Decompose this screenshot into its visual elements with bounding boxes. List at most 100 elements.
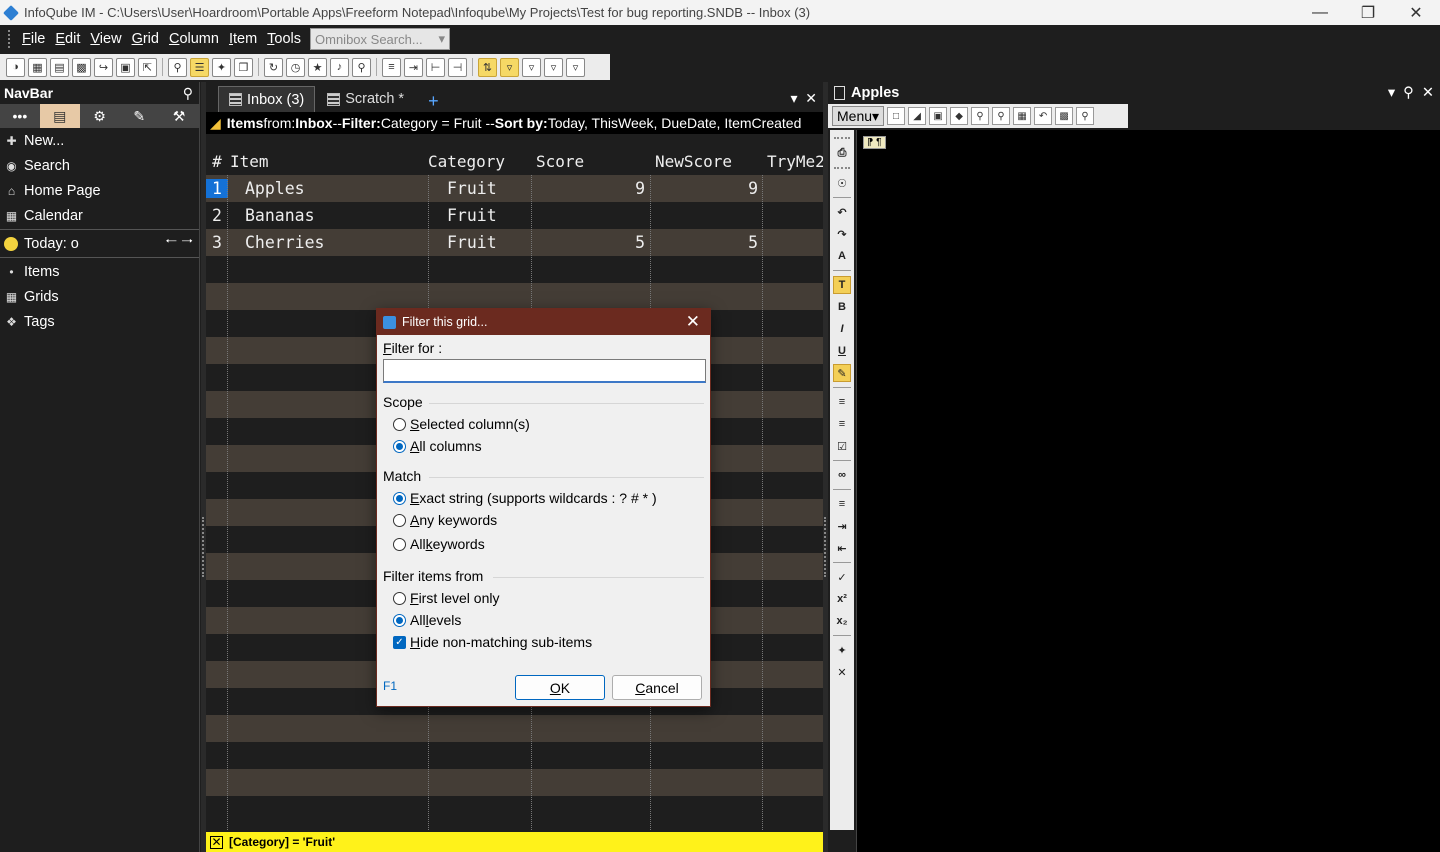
col-header-category[interactable]: Category	[428, 152, 532, 171]
filter-active-icon[interactable]: ▿	[500, 57, 519, 77]
filter-more-icon[interactable]: ▿	[566, 57, 585, 77]
grid-edit-icon[interactable]: ▩	[72, 57, 91, 77]
col-header-score[interactable]: Score	[532, 152, 651, 171]
minimize-icon[interactable]: —	[1296, 4, 1344, 22]
col-header-num[interactable]: #	[206, 152, 228, 171]
menu-item[interactable]: Item	[224, 31, 262, 47]
bold-icon[interactable]: B	[833, 298, 851, 316]
indent-icon[interactable]: ⇥	[833, 517, 851, 535]
magic-wand-icon[interactable]: ✦	[833, 641, 851, 659]
superscript-icon[interactable]: x²	[833, 590, 851, 608]
italic-icon[interactable]: I	[833, 320, 851, 338]
close-icon[interactable]: ✕	[686, 312, 700, 332]
radio-all-levels[interactable]: All l evels	[393, 612, 461, 628]
copy-icon[interactable]: ❐	[234, 57, 253, 77]
omnibox-search-input[interactable]: Omnibox Search... ▾	[310, 28, 451, 50]
notes-icon[interactable]: ☰	[190, 57, 209, 77]
tab-scratch[interactable]: Scratch *	[317, 86, 414, 112]
navbar-tab-pages-icon[interactable]: ▤	[39, 104, 80, 128]
maximize-icon[interactable]: ❐	[1344, 3, 1392, 23]
open-folder-icon[interactable]: ◢	[908, 107, 927, 125]
menu-view[interactable]: View	[85, 31, 126, 47]
nav-item-items[interactable]: • Items	[0, 259, 199, 284]
pin-icon[interactable]: ⚲	[183, 85, 193, 102]
save-icon[interactable]: ▣	[929, 107, 948, 125]
refresh-icon[interactable]: ↻	[264, 57, 283, 77]
indent-icon[interactable]: ⇥	[404, 57, 423, 77]
magnifier-icon[interactable]: ⚲	[352, 57, 371, 77]
radio-all-columns[interactable]: All columns	[393, 438, 482, 454]
tag-tool-icon[interactable]: ✦	[212, 57, 231, 77]
nav-item-grids[interactable]: ▦ Grids	[0, 284, 199, 309]
clock-icon[interactable]: ◷	[286, 57, 305, 77]
link-icon[interactable]: ∞	[833, 466, 851, 484]
export-icon[interactable]: ⇱	[138, 57, 157, 77]
filter-for-input[interactable]	[383, 359, 706, 383]
checkbox-icon[interactable]: ☑	[833, 437, 851, 455]
chevron-down-icon[interactable]: ▾	[1388, 85, 1395, 101]
printer-icon[interactable]: ⎙	[833, 144, 851, 162]
col-header-item[interactable]: Item	[228, 152, 428, 171]
hierarchy-icon[interactable]: ↪	[94, 57, 113, 77]
list-icon[interactable]: ≡	[382, 57, 401, 77]
help-f1-link[interactable]: F1	[383, 679, 397, 693]
nav-item-today[interactable]: Today: o 🠀 🠂	[0, 231, 199, 256]
highlight-icon[interactable]: ✎	[833, 364, 851, 382]
radio-any-keywords[interactable]: Any keywords	[393, 512, 497, 528]
nav-item-home-page[interactable]: ⌂ Home Page	[0, 178, 199, 203]
menu-grid[interactable]: Grid	[127, 31, 164, 47]
note-editor[interactable]: ⁋ ¶	[856, 130, 1440, 852]
radio-selected-columns[interactable]: Selected column(s)	[393, 416, 530, 432]
tab-list-icon[interactable]: ▾	[790, 90, 797, 106]
cancel-button[interactable]: Cancel	[612, 675, 702, 700]
frame-icon[interactable]: ▣	[116, 57, 135, 77]
close-icon[interactable]: ✕	[1392, 3, 1440, 23]
paste-icon[interactable]: ▩	[1055, 107, 1074, 125]
col-header-newscore[interactable]: NewScore	[651, 152, 764, 171]
nav-item-search[interactable]: ◉ Search	[0, 153, 199, 178]
col-header-tryme2[interactable]: TryMe2	[764, 152, 823, 171]
menu-file[interactable]: File	[17, 31, 50, 47]
undo-icon[interactable]: ↶	[833, 203, 851, 221]
nav-item-new[interactable]: ✚ New...	[0, 128, 199, 153]
nav-item-tags[interactable]: ❖ Tags	[0, 309, 199, 334]
fullscreen-icon[interactable]: ▦	[1013, 107, 1032, 125]
bell-icon[interactable]: ♪	[330, 57, 349, 77]
spellcheck-icon[interactable]: ✓	[833, 568, 851, 586]
align-icon[interactable]: ≡	[833, 495, 851, 513]
navbar-tab-tools-icon[interactable]: ✎	[119, 104, 159, 128]
font-color-icon[interactable]: A	[833, 247, 851, 265]
lock-icon[interactable]: ◆	[950, 107, 969, 125]
numbered-list-icon[interactable]: ≡	[833, 415, 851, 433]
table-row[interactable]: 3 Cherries Fruit 5 5	[206, 229, 823, 256]
tree-icon[interactable]: ⊢	[426, 57, 445, 77]
radio-exact-string[interactable]: Exact string (supports wildcards : ? # *…	[393, 490, 657, 506]
star-icon[interactable]: ★	[308, 57, 327, 77]
find-icon[interactable]: ⚲	[992, 107, 1011, 125]
collapse-icon[interactable]: ⊣	[448, 57, 467, 77]
outdent-icon[interactable]: ⇤	[833, 539, 851, 557]
underline-icon[interactable]: U	[833, 342, 851, 360]
bullet-list-icon[interactable]: ≡	[833, 393, 851, 411]
redo-icon[interactable]: ↷	[833, 225, 851, 243]
menu-tools[interactable]: Tools	[262, 31, 306, 47]
close-tab-icon[interactable]: ✕	[805, 90, 817, 106]
filter-edit-icon[interactable]: ▿	[544, 57, 563, 77]
new-doc-icon[interactable]: □	[887, 107, 906, 125]
add-tab-button[interactable]: +	[416, 91, 451, 112]
tab-inbox[interactable]: Inbox (3)	[218, 86, 316, 112]
radio-all-keywords[interactable]: All k eywords	[393, 536, 485, 552]
undo-icon[interactable]: ↶	[1034, 107, 1053, 125]
zoom-icon[interactable]: ⚲	[1076, 107, 1095, 125]
add-circle-icon[interactable]: ☉	[833, 174, 851, 192]
arrow-right-icon[interactable]: 🠂	[181, 234, 193, 250]
menu-edit[interactable]: Edit	[50, 31, 85, 47]
clear-format-icon[interactable]: ✕	[833, 663, 851, 681]
nav-item-calendar[interactable]: ▦ Calendar	[0, 203, 199, 228]
theme-icon[interactable]: ◑	[6, 57, 25, 77]
table-row[interactable]: 2 Bananas Fruit	[206, 202, 823, 229]
print-preview-icon[interactable]: ⚲	[971, 107, 990, 125]
navbar-tab-settings-icon[interactable]: ⚒	[159, 104, 199, 128]
grid-view-icon[interactable]: ▦	[28, 57, 47, 77]
menu-column[interactable]: Column	[164, 31, 224, 47]
